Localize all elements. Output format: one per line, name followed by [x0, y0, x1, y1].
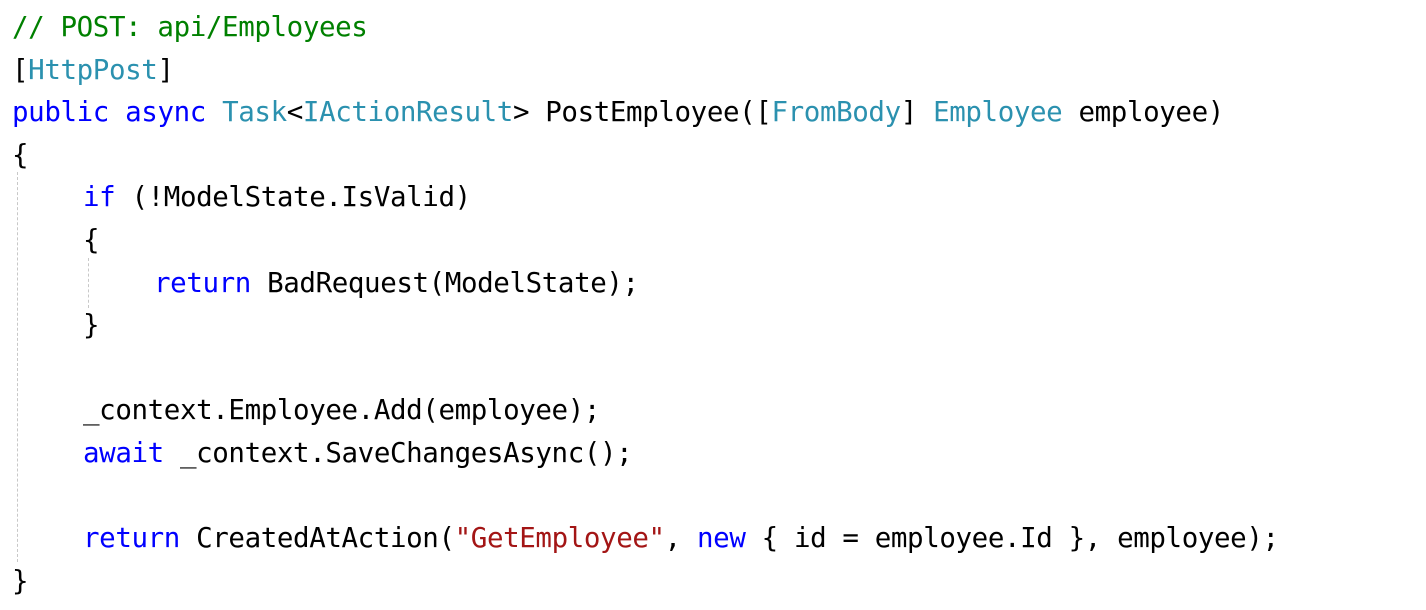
code-token-keyword: async [125, 96, 206, 129]
code-token-comment: // POST: api/Employees [12, 11, 368, 43]
code-line[interactable]: _context.Employee.Add(employee); [12, 389, 1279, 432]
code-line[interactable]: { [12, 219, 1279, 262]
code-token-type: Employee [933, 96, 1063, 129]
code-token-plain: (!ModelState.IsValid) [115, 181, 471, 214]
code-token-keyword: await [83, 436, 164, 469]
code-line[interactable]: return CreatedAtAction("GetEmployee", ne… [12, 517, 1279, 560]
code-token-keyword: if [83, 181, 116, 214]
code-token-plain: BadRequest(ModelState); [250, 266, 639, 299]
code-token-keyword: return [83, 522, 180, 555]
code-token-string: "GetEmployee" [454, 522, 665, 555]
code-token-type: Task [222, 96, 287, 129]
code-line[interactable]: return BadRequest(ModelState); [12, 262, 1279, 305]
code-editor[interactable]: // POST: api/Employees [HttpPost] public a… [0, 0, 1426, 610]
code-token-type: HttpPost [28, 53, 158, 86]
code-token-plain: ] [900, 96, 934, 129]
code-line[interactable]: ​ [12, 347, 1279, 390]
code-lines[interactable]: // POST: api/Employees [HttpPost] public a… [12, 6, 1279, 602]
code-line[interactable]: public async Task<IActionResult> PostEmp… [12, 91, 1279, 134]
code-line[interactable]: } [12, 560, 1279, 603]
code-token-keyword: return [154, 266, 251, 299]
code-token-plain: { [12, 138, 29, 171]
code-token-type: IActionResult [302, 96, 513, 129]
code-token-plain: ] [157, 53, 174, 86]
code-token-plain: , [664, 522, 697, 555]
code-token-keyword: public [12, 96, 109, 129]
code-line[interactable]: [HttpPost] [12, 49, 1279, 92]
code-token-type: FromBody [771, 96, 901, 129]
code-token-plain: } [12, 564, 29, 597]
code-line[interactable]: if (!ModelState.IsValid) [12, 176, 1279, 219]
code-line[interactable]: await _context.SaveChangesAsync(); [12, 432, 1279, 475]
code-line[interactable]: { [12, 134, 1279, 177]
code-token-plain: _context.SaveChangesAsync(); [163, 436, 633, 469]
code-token-plain: employee) [1062, 96, 1224, 129]
code-token-plain: > PostEmployee([ [512, 96, 772, 129]
code-token-plain: { [83, 223, 100, 256]
code-token-plain: [ [12, 53, 29, 86]
code-token-plain: } [83, 309, 100, 342]
code-line[interactable]: ​ [12, 475, 1279, 518]
code-line[interactable]: } [12, 304, 1279, 347]
code-token-plain: _context.Employee.Add(employee); [83, 394, 601, 427]
code-token-keyword: new [697, 522, 746, 555]
code-token-plain: CreatedAtAction( [179, 522, 455, 555]
code-line[interactable]: // POST: api/Employees [12, 6, 1279, 49]
code-token-plain: < [286, 96, 304, 129]
code-token-plain: { id = employee.Id }, employee); [745, 522, 1279, 555]
